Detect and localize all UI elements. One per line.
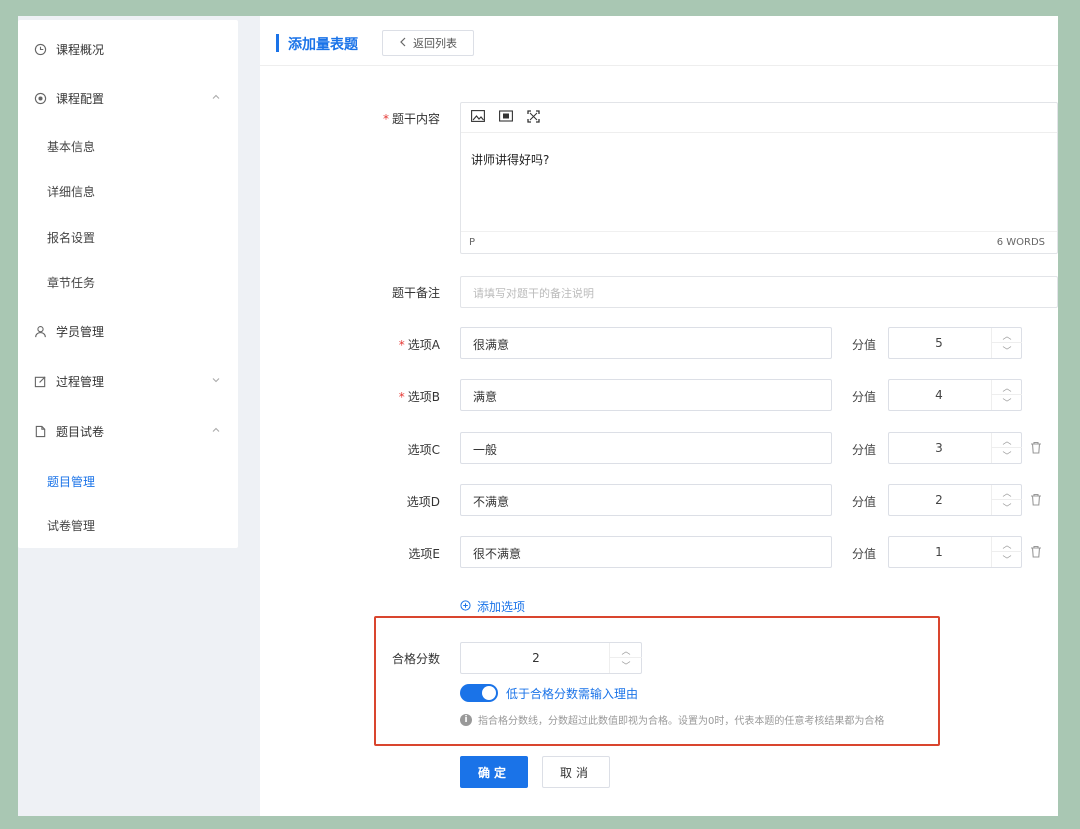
score-label: 分值 bbox=[852, 338, 877, 352]
sidebar-item-overview[interactable]: 课程概况 bbox=[18, 34, 238, 64]
option-e-label: 选项E bbox=[408, 547, 440, 561]
note-textarea[interactable]: 请填写对题干的备注说明 bbox=[460, 276, 1058, 308]
stem-editor[interactable]: 讲师讲得好吗? P 6 WORDS bbox=[460, 102, 1058, 254]
trash-icon[interactable] bbox=[1030, 545, 1044, 559]
word-count: 6 WORDS bbox=[996, 237, 1045, 248]
toggle-knob bbox=[482, 686, 496, 700]
plus-circle-icon bbox=[460, 599, 471, 614]
score-stepper-d[interactable]: 2 ︿ ﹀ bbox=[888, 484, 1022, 516]
confirm-button[interactable]: 确定 bbox=[460, 756, 528, 788]
option-b-input[interactable]: 满意 bbox=[460, 379, 832, 411]
score-label: 分值 bbox=[852, 390, 877, 404]
sidebar-item-course-config[interactable]: 课程配置 bbox=[18, 83, 238, 113]
image-icon[interactable] bbox=[471, 110, 485, 125]
option-a-label: * 选项A bbox=[398, 338, 440, 352]
sidebar-sub-detail-info[interactable]: 详细信息 bbox=[18, 176, 238, 206]
stem-label: * 题干内容 bbox=[382, 112, 440, 126]
score-label: 分值 bbox=[852, 495, 877, 509]
chevron-down-icon[interactable]: ﹀ bbox=[992, 500, 1022, 515]
editor-footer: P 6 WORDS bbox=[461, 231, 1057, 253]
sidebar-item-label: 学员管理 bbox=[56, 324, 105, 339]
sidebar-item-exams[interactable]: 题目试卷 bbox=[18, 416, 238, 446]
chevron-up-icon[interactable]: ︿ bbox=[992, 537, 1022, 552]
chevron-up-icon[interactable]: ︿ bbox=[992, 433, 1022, 448]
chevron-up-icon[interactable]: ︿ bbox=[992, 380, 1022, 395]
chevron-up-icon bbox=[210, 424, 222, 436]
header-bar: 添加量表题 返回列表 bbox=[260, 16, 1058, 66]
sidebar-sub-enroll-settings[interactable]: 报名设置 bbox=[18, 222, 238, 252]
title-accent-bar bbox=[276, 34, 279, 52]
chevron-down-icon[interactable]: ﹀ bbox=[992, 552, 1022, 567]
sidebar-sub-paper-manage[interactable]: 试卷管理 bbox=[18, 510, 238, 540]
option-d-input[interactable]: 不满意 bbox=[460, 484, 832, 516]
sidebar-item-label: 过程管理 bbox=[56, 374, 105, 389]
chevron-left-icon bbox=[399, 37, 407, 50]
score-stepper-c[interactable]: 3 ︿ ﹀ bbox=[888, 432, 1022, 464]
sidebar-item-students[interactable]: 学员管理 bbox=[18, 316, 238, 346]
sidebar: 课程概况 课程配置 基本信息 详细信息 报名设置 章节任务 学员管理 过程管理 … bbox=[18, 20, 238, 548]
main-panel: 添加量表题 返回列表 * 题干内容 讲师讲得好吗? P 6 WORDS 题干备注… bbox=[260, 16, 1058, 816]
note-label: 题干备注 bbox=[391, 286, 440, 300]
score-stepper-e[interactable]: 1 ︿ ﹀ bbox=[888, 536, 1022, 568]
clock-icon bbox=[32, 41, 48, 57]
page-title: 添加量表题 bbox=[288, 37, 358, 53]
chevron-down-icon[interactable]: ﹀ bbox=[610, 658, 642, 673]
option-c-input[interactable]: 一般 bbox=[460, 432, 832, 464]
sidebar-sub-question-manage[interactable]: 题目管理 bbox=[18, 466, 238, 496]
reason-required-toggle[interactable] bbox=[460, 684, 498, 702]
stem-text[interactable]: 讲师讲得好吗? bbox=[461, 133, 1057, 186]
editor-tag: P bbox=[469, 237, 476, 248]
score-stepper-a[interactable]: 5 ︿ ﹀ bbox=[888, 327, 1022, 359]
trash-icon[interactable] bbox=[1030, 493, 1044, 507]
sidebar-item-label: 题目试卷 bbox=[56, 424, 105, 439]
sidebar-sub-chapter-tasks[interactable]: 章节任务 bbox=[18, 267, 238, 297]
pass-score-stepper[interactable]: 2 ︿ ﹀ bbox=[460, 642, 642, 674]
sidebar-item-label: 课程配置 bbox=[56, 91, 105, 106]
fullscreen-icon[interactable] bbox=[527, 109, 540, 126]
option-b-label: * 选项B bbox=[398, 390, 440, 404]
option-d-label: 选项D bbox=[406, 495, 440, 509]
sidebar-item-label: 课程概况 bbox=[56, 42, 105, 57]
chevron-up-icon bbox=[210, 91, 222, 103]
score-stepper-b[interactable]: 4 ︿ ﹀ bbox=[888, 379, 1022, 411]
toggle-label: 低于合格分数需输入理由 bbox=[506, 687, 639, 701]
pass-score-hint: i 指合格分数线，分数超过此数值即视为合格。设置为0时，代表本题的任意考核结果都… bbox=[460, 712, 884, 727]
chevron-down-icon bbox=[210, 374, 222, 386]
video-icon[interactable] bbox=[499, 110, 513, 125]
info-icon: i bbox=[460, 713, 472, 726]
option-a-input[interactable]: 很满意 bbox=[460, 327, 832, 359]
user-icon bbox=[32, 323, 48, 339]
cancel-button[interactable]: 取消 bbox=[542, 756, 610, 788]
document-icon bbox=[32, 423, 48, 439]
sidebar-sub-basic-info[interactable]: 基本信息 bbox=[18, 131, 238, 161]
chevron-down-icon[interactable]: ﹀ bbox=[992, 448, 1022, 463]
chevron-up-icon[interactable]: ︿ bbox=[610, 643, 642, 658]
edit-icon bbox=[32, 373, 48, 389]
back-to-list-button[interactable]: 返回列表 bbox=[382, 30, 474, 56]
option-c-label: 选项C bbox=[407, 443, 440, 457]
chevron-up-icon[interactable]: ︿ bbox=[992, 328, 1022, 343]
add-option-button[interactable]: 添加选项 bbox=[460, 598, 525, 615]
chevron-down-icon[interactable]: ﹀ bbox=[992, 343, 1022, 358]
trash-icon[interactable] bbox=[1030, 441, 1044, 455]
target-icon bbox=[32, 90, 48, 106]
option-e-input[interactable]: 很不满意 bbox=[460, 536, 832, 568]
chevron-up-icon[interactable]: ︿ bbox=[992, 485, 1022, 500]
editor-toolbar bbox=[461, 103, 1057, 133]
pass-score-label: 合格分数 bbox=[391, 652, 440, 666]
required-marker: * bbox=[382, 112, 389, 126]
chevron-down-icon[interactable]: ﹀ bbox=[992, 395, 1022, 410]
score-label: 分值 bbox=[852, 443, 877, 457]
score-label: 分值 bbox=[852, 547, 877, 561]
app-frame: 课程概况 课程配置 基本信息 详细信息 报名设置 章节任务 学员管理 过程管理 … bbox=[18, 16, 1058, 816]
sidebar-item-process[interactable]: 过程管理 bbox=[18, 366, 238, 396]
